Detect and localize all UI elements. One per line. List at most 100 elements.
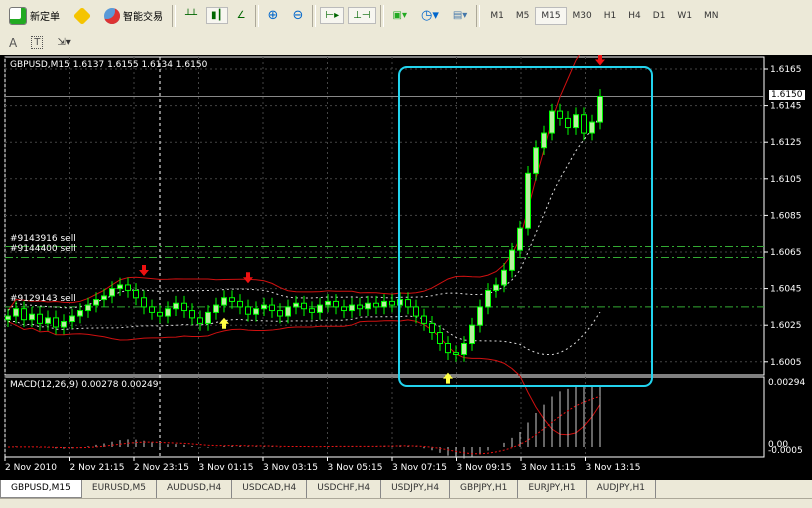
timeframe-m30[interactable]: M30 [567,7,598,25]
line-chart-button[interactable]: ∠ [232,7,251,24]
arrows-icon: ⇲▾ [57,37,71,48]
candle [501,269,507,286]
text-label-tool-button[interactable]: T [26,33,48,52]
x-tick-label: 3 Nov 05:15 [328,463,383,473]
zoom-out-button[interactable]: ⊖ [287,5,308,26]
candle [13,308,19,317]
chart-tab[interactable]: USDJPY,H4 [381,480,451,498]
x-tick-label: 3 Nov 07:15 [392,463,447,473]
zoom-in-button[interactable]: ⊕ [263,5,284,26]
timeframe-mn[interactable]: MN [698,7,725,25]
autoscroll-button[interactable]: ⊢▸ [320,7,345,24]
candle [509,249,515,271]
order-label[interactable]: #9144400 sell [10,244,76,254]
candle [557,110,563,119]
candle [277,310,283,317]
y-tick-label: 1.6005 [770,358,802,368]
x-tick-label: 2 Nov 23:15 [134,463,189,473]
candle [221,297,227,306]
candle [485,289,491,308]
main-pane-border [4,56,765,376]
x-tick-label: 3 Nov 01:15 [199,463,254,473]
expert-advisors-button[interactable]: 智能交易 [99,5,168,27]
y-tick-label: 1.6145 [770,102,802,112]
candle [85,304,91,312]
indicators-button[interactable]: ▣▾ [388,7,412,24]
candle [197,317,203,324]
chart-tab[interactable]: EURUSD,M5 [82,480,158,498]
candle [445,343,451,354]
timeframe-h4[interactable]: H4 [622,7,647,25]
chart-window[interactable]: 1.6165 1.6145 1.6125 1.6105 1.6085 1.6065 1.60… [0,55,812,480]
order-label[interactable]: #9143916 sell [10,234,76,244]
candle [21,308,27,321]
warning-button[interactable] [69,5,95,27]
current-price-label: 1.6150 [769,90,805,100]
candle [109,288,115,297]
chart-tab[interactable]: EURJPY,H1 [518,480,587,498]
candle [573,114,579,129]
macd-axis-label: -0.0005 [768,446,803,456]
candle [45,317,51,324]
zoom-out-icon: ⊖ [292,8,304,23]
timeframe-m5[interactable]: M5 [510,7,536,25]
timeframe-h1[interactable]: H1 [598,7,623,25]
candle [325,300,331,306]
candle [525,172,531,229]
separator [379,4,384,27]
separator [172,4,176,27]
candle [533,147,539,174]
chart-tab[interactable]: AUDJPY,H1 [587,480,657,498]
candle [493,284,499,291]
zoom-in-icon: ⊕ [267,8,279,23]
candle [53,317,59,328]
envelope-lower [8,311,601,356]
timeframe-m15[interactable]: M15 [535,6,567,25]
autoscroll-icon: ⊢▸ [325,10,340,21]
timeframe-m1[interactable]: M1 [484,7,510,25]
candle [61,321,67,328]
candle [293,302,299,308]
macd-label: MACD(12,26,9) 0.00278 0.00249 [10,380,159,390]
y-tick-label: 1.6085 [770,211,802,221]
chart-shift-button[interactable]: ⊥⊣ [348,7,376,24]
timeframe-w1[interactable]: W1 [671,7,698,25]
x-tick-label: 2 Nov 21:15 [70,463,125,473]
arrows-tool-button[interactable]: ⇲▾ [52,34,75,51]
candle [589,121,595,134]
templates-button[interactable]: ▤▾ [448,7,472,24]
main-toolbar: 新定单 智能交易 ┴┴ ▮┃ ∠ ⊕ ⊖ ⊢▸ ⊥⊣ ▣▾ ◷▾ ▤▾ M1 M5… [0,2,725,29]
candle [365,302,371,310]
candle [421,315,427,324]
y-tick-label: 1.6125 [770,138,802,148]
candle [229,297,235,302]
chart-tab[interactable]: USDCHF,H4 [307,480,382,498]
candle [93,299,99,306]
chart-tab[interactable]: USDCAD,H4 [232,480,308,498]
candlestick-button[interactable]: ▮┃ [206,7,228,24]
drawing-toolbar: A T ⇲▾ [0,29,76,56]
candle [77,310,83,317]
bar-chart-button[interactable]: ┴┴ [180,7,202,24]
order-label[interactable]: #9129143 sell [10,294,76,304]
periods-button[interactable]: ◷▾ [416,5,444,26]
new-order-button[interactable]: 新定单 [4,4,65,28]
candle [29,313,35,321]
y-tick-label: 1.6045 [770,285,802,295]
candle [477,306,483,326]
x-tick-label: 2 Nov 2010 [5,463,57,473]
separator [254,4,259,27]
candle [517,227,523,251]
bar-chart-icon: ┴┴ [185,10,198,21]
timeframe-d1[interactable]: D1 [647,7,672,25]
candle [117,284,123,290]
sell-arrow-icon [243,272,253,284]
buy-arrow-icon [219,317,229,329]
chart-tab[interactable]: GBPUSD,M15 [0,480,82,498]
text-tool-button[interactable]: A [4,33,22,53]
macd-axis-label: 0.00294 [768,378,805,388]
candle [149,306,155,313]
chart-tab[interactable]: AUDUSD,H4 [157,480,233,498]
candle [405,299,411,308]
chart-tab[interactable]: GBPJPY,H1 [450,480,519,498]
